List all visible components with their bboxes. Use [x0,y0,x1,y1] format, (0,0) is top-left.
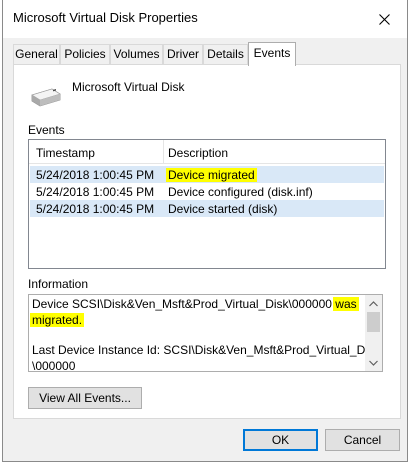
close-button[interactable] [361,0,407,38]
event-description: Device configured (disk.inf) [168,185,313,199]
tab-policies[interactable]: Policies [60,44,110,65]
highlighted-text: was [333,297,359,311]
event-description: Device started (disk) [168,202,278,216]
tab-driver[interactable]: Driver [163,44,203,65]
events-header: Timestamp Description [29,140,385,164]
scroll-down-button[interactable] [365,354,382,371]
information-textbox[interactable]: Device SCSI\Disk&Ven_Msft&Prod_Virtual_D… [28,294,383,372]
column-separator[interactable] [163,140,164,164]
events-label: Events [28,123,65,137]
info-line-1: Device SCSI\Disk&Ven_Msft&Prod_Virtual_D… [32,297,332,311]
disk-drive-icon [31,88,61,107]
info-line-3: Last Device Instance Id: SCSI\Disk&Ven_M… [32,343,380,357]
information-text: Device SCSI\Disk&Ven_Msft&Prod_Virtual_D… [30,296,380,372]
chevron-down-icon [369,360,378,366]
close-icon [378,13,390,25]
properties-dialog: Microsoft Virtual Disk Properties Genera… [2,0,408,462]
column-header-description[interactable]: Description [168,146,228,160]
ok-button[interactable]: OK [243,429,318,451]
event-description: Device migrated [166,168,257,182]
highlighted-text: migrated. [30,313,85,327]
window-title: Microsoft Virtual Disk Properties [13,10,198,25]
tab-strip: General Policies Volumes Driver Details … [13,42,403,66]
tab-general[interactable]: General [13,44,60,65]
event-timestamp: 5/24/2018 1:00:45 PM [36,185,155,199]
tab-details[interactable]: Details [203,44,248,65]
info-line-4: \000000 [32,359,76,372]
information-label: Information [28,277,89,291]
tab-volumes[interactable]: Volumes [110,44,163,65]
scrollbar-thumb[interactable] [367,312,380,332]
device-name: Microsoft Virtual Disk [72,80,185,94]
events-list[interactable]: Timestamp Description 5/24/2018 1:00:45 … [28,139,386,269]
event-row[interactable]: 5/24/2018 1:00:45 PM Device configured (… [30,183,384,200]
tab-events[interactable]: Events [248,42,296,66]
events-tab-panel: Microsoft Virtual Disk Events Timestamp … [13,64,401,419]
event-timestamp: 5/24/2018 1:00:45 PM [36,168,155,182]
event-row[interactable]: 5/24/2018 1:00:45 PM Device started (dis… [30,200,384,217]
highlighted-text: Device migrated [166,168,257,182]
scroll-up-button[interactable] [365,295,382,312]
column-header-timestamp[interactable]: Timestamp [36,146,95,160]
title-bar: Microsoft Virtual Disk Properties [3,0,407,38]
event-row[interactable]: 5/24/2018 1:00:45 PM Device migrated [30,166,384,183]
event-timestamp: 5/24/2018 1:00:45 PM [36,202,155,216]
view-all-events-button[interactable]: View All Events... [28,387,142,409]
chevron-up-icon [369,300,378,306]
vertical-scrollbar[interactable] [365,295,382,371]
cancel-button[interactable]: Cancel [325,429,400,451]
